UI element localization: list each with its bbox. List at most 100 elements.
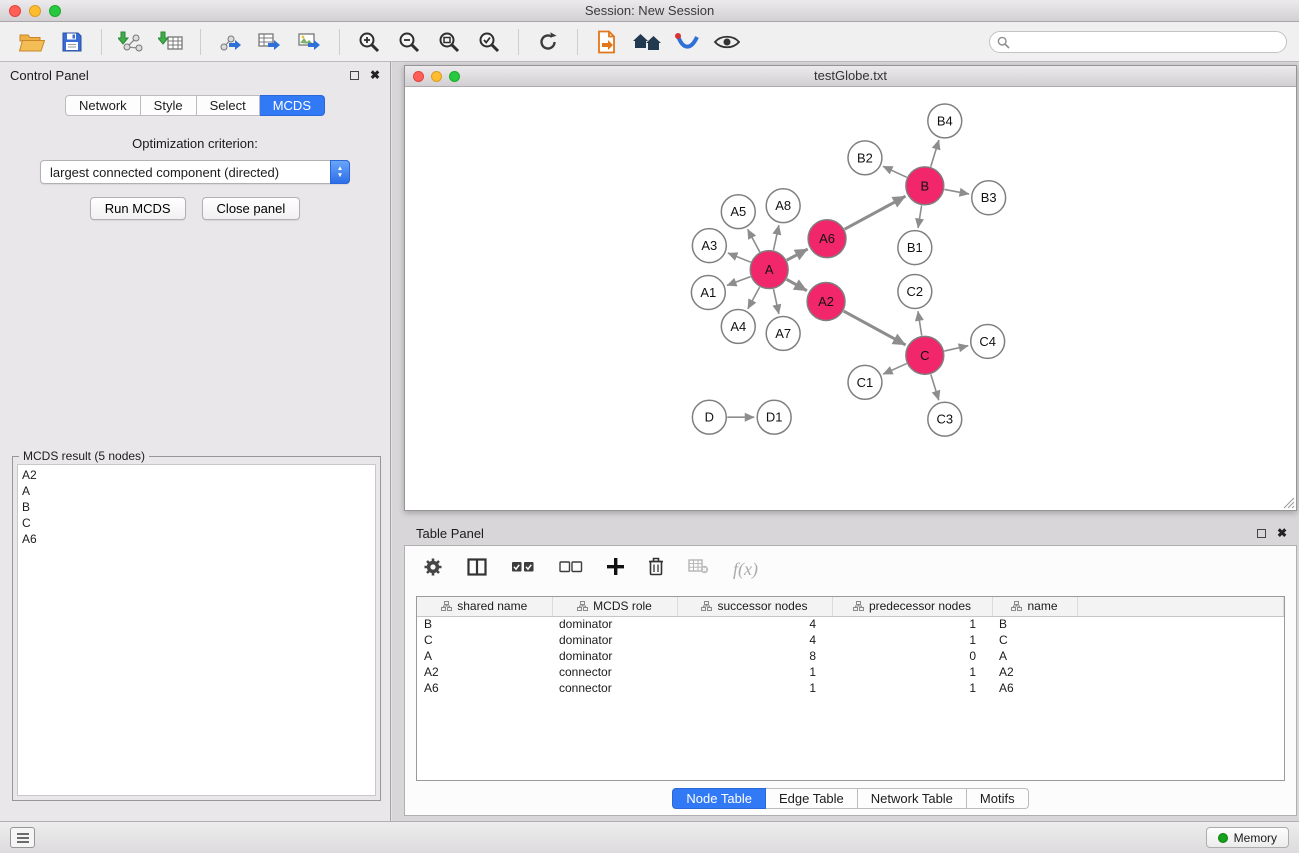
- table-cell[interactable]: 1: [677, 680, 832, 696]
- graph-edge[interactable]: [787, 249, 808, 260]
- table-cell[interactable]: B: [417, 616, 552, 632]
- mcds-result-list[interactable]: A2ABCA6: [17, 464, 376, 796]
- zoom-selected-button[interactable]: [472, 26, 506, 58]
- tab-network-table[interactable]: Network Table: [858, 788, 967, 809]
- graph-edge[interactable]: [728, 253, 751, 262]
- graph-edge[interactable]: [727, 277, 751, 286]
- graph-node[interactable]: A6: [808, 220, 846, 258]
- network-graph[interactable]: B4B2BB3A5A8A6B1A3AC2A1A2A4A7C4CC1C3DD1: [405, 88, 1296, 510]
- float-table-panel-icon[interactable]: [1257, 529, 1266, 538]
- table-cell[interactable]: 1: [832, 664, 992, 680]
- export-table-button[interactable]: [253, 26, 287, 58]
- tab-style[interactable]: Style: [141, 95, 197, 116]
- table-cell[interactable]: 1: [677, 664, 832, 680]
- show-hide-button[interactable]: [710, 26, 744, 58]
- select-all-columns-button[interactable]: [511, 560, 535, 578]
- table-cell[interactable]: connector: [552, 664, 677, 680]
- column-header[interactable]: name: [992, 597, 1077, 616]
- table-cell[interactable]: connector: [552, 680, 677, 696]
- table-cell[interactable]: 1: [832, 680, 992, 696]
- table-cell[interactable]: dominator: [552, 648, 677, 664]
- close-panel-icon[interactable]: ✖: [370, 70, 380, 80]
- table-cell[interactable]: 0: [832, 648, 992, 664]
- tab-mcds[interactable]: MCDS: [260, 95, 325, 116]
- zoom-in-button[interactable]: [352, 26, 386, 58]
- column-header[interactable]: shared name: [417, 597, 552, 616]
- graph-node[interactable]: B4: [928, 104, 962, 138]
- table-cell[interactable]: A6: [992, 680, 1077, 696]
- table-cell[interactable]: A2: [417, 664, 552, 680]
- graph-node[interactable]: C3: [928, 402, 962, 436]
- graph-edge[interactable]: [931, 140, 939, 167]
- graph-edge[interactable]: [944, 189, 969, 194]
- zoom-out-button[interactable]: [392, 26, 426, 58]
- graph-edge[interactable]: [787, 279, 807, 290]
- graph-node[interactable]: A8: [766, 189, 800, 223]
- graph-edge[interactable]: [845, 196, 906, 229]
- delete-table-button[interactable]: [688, 559, 709, 579]
- close-network-window-button[interactable]: [413, 71, 424, 82]
- column-header[interactable]: MCDS role: [552, 597, 677, 616]
- minimize-window-button[interactable]: [29, 5, 41, 17]
- graph-node[interactable]: B1: [898, 231, 932, 265]
- graph-edge[interactable]: [944, 346, 968, 351]
- table-cell[interactable]: 8: [677, 648, 832, 664]
- table-row[interactable]: A2connector11A2: [417, 664, 1284, 680]
- graph-node[interactable]: A4: [721, 309, 755, 343]
- table-row[interactable]: A6connector11A6: [417, 680, 1284, 696]
- graph-node[interactable]: A1: [691, 276, 725, 310]
- table-cell[interactable]: dominator: [552, 632, 677, 648]
- import-network-button[interactable]: [114, 26, 148, 58]
- table-cell[interactable]: A: [417, 648, 552, 664]
- resize-grip-icon[interactable]: [1281, 495, 1295, 509]
- graph-node[interactable]: C: [906, 336, 944, 374]
- table-cell[interactable]: 1: [832, 632, 992, 648]
- table-row[interactable]: Bdominator41B: [417, 616, 1284, 632]
- close-window-button[interactable]: [9, 5, 21, 17]
- zoom-fit-button[interactable]: [432, 26, 466, 58]
- graph-node[interactable]: C4: [971, 324, 1005, 358]
- open-file-button[interactable]: [15, 26, 49, 58]
- maximize-network-window-button[interactable]: [449, 71, 460, 82]
- mcds-result-item[interactable]: C: [22, 515, 371, 531]
- delete-column-button[interactable]: [648, 557, 664, 581]
- mcds-result-item[interactable]: B: [22, 499, 371, 515]
- graph-edge[interactable]: [918, 205, 922, 228]
- graph-node[interactable]: D1: [757, 400, 791, 434]
- export-network-button[interactable]: [213, 26, 247, 58]
- table-settings-button[interactable]: [423, 557, 443, 582]
- export-image-button[interactable]: [293, 26, 327, 58]
- table-cell[interactable]: A2: [992, 664, 1077, 680]
- graph-node[interactable]: A: [750, 251, 788, 289]
- minimize-network-window-button[interactable]: [431, 71, 442, 82]
- table-cell[interactable]: B: [992, 616, 1077, 632]
- graph-edge[interactable]: [883, 364, 907, 375]
- graph-node[interactable]: A2: [807, 283, 845, 321]
- graph-edge[interactable]: [883, 166, 907, 177]
- graph-edge[interactable]: [773, 225, 778, 250]
- mcds-result-item[interactable]: A: [22, 483, 371, 499]
- table-cell[interactable]: 4: [677, 616, 832, 632]
- graph-node[interactable]: C1: [848, 365, 882, 399]
- memory-button[interactable]: Memory: [1206, 827, 1289, 848]
- table-cell[interactable]: 4: [677, 632, 832, 648]
- tab-network[interactable]: Network: [65, 95, 141, 116]
- graph-node[interactable]: C2: [898, 275, 932, 309]
- graph-node[interactable]: A7: [766, 316, 800, 350]
- table-cell[interactable]: C: [417, 632, 552, 648]
- graph-edge[interactable]: [918, 311, 922, 335]
- graph-node[interactable]: A3: [692, 229, 726, 263]
- run-mcds-button[interactable]: Run MCDS: [90, 197, 186, 220]
- float-panel-icon[interactable]: [350, 71, 359, 80]
- close-table-panel-icon[interactable]: ✖: [1277, 528, 1287, 538]
- graph-edge[interactable]: [748, 287, 760, 309]
- tab-motifs[interactable]: Motifs: [967, 788, 1029, 809]
- table-row[interactable]: Adominator80A: [417, 648, 1284, 664]
- refresh-view-button[interactable]: [531, 26, 565, 58]
- graph-node[interactable]: D: [692, 400, 726, 434]
- home-view-button[interactable]: [630, 26, 664, 58]
- search-input[interactable]: [989, 31, 1287, 53]
- tab-edge-table[interactable]: Edge Table: [766, 788, 858, 809]
- network-canvas[interactable]: B4B2BB3A5A8A6B1A3AC2A1A2A4A7C4CC1C3DD1: [405, 88, 1296, 510]
- graph-edge[interactable]: [931, 374, 939, 400]
